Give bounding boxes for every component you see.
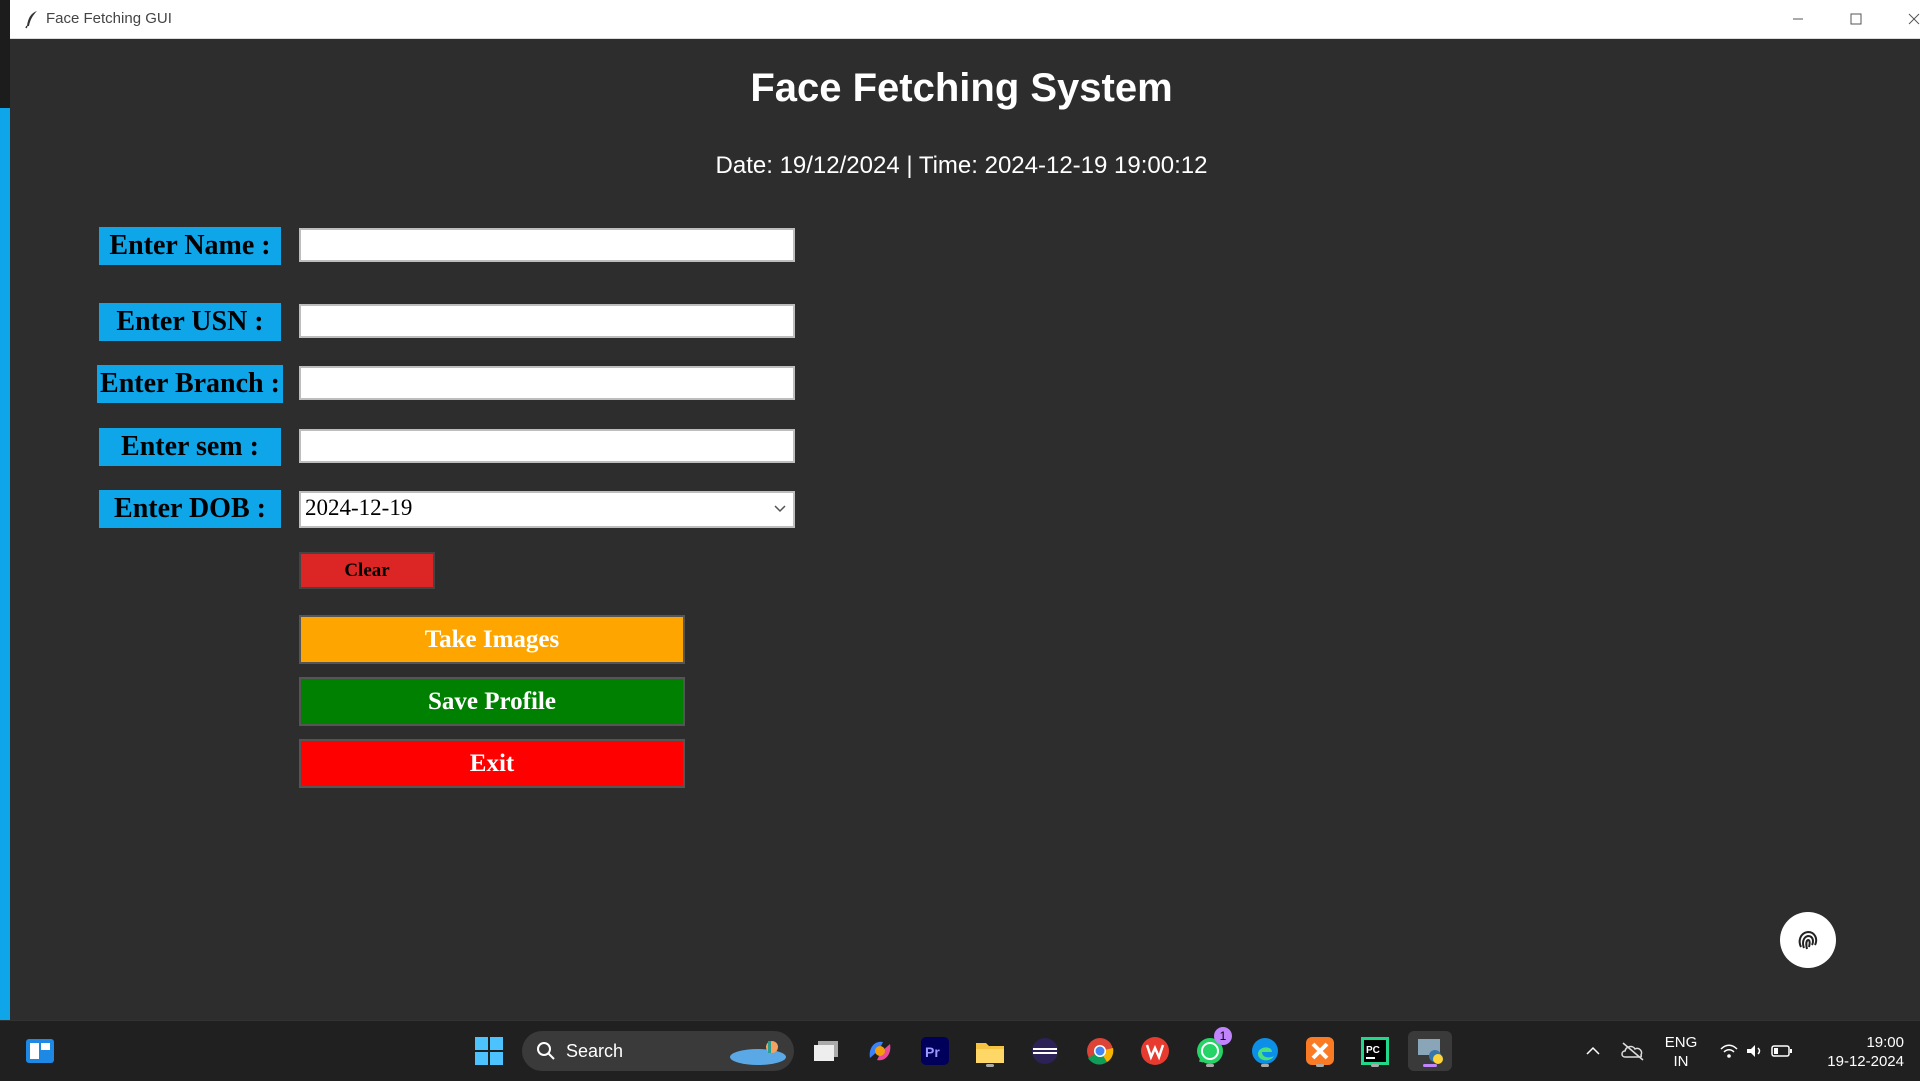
- svg-text:Pr: Pr: [925, 1044, 940, 1060]
- branch-label: Enter Branch :: [97, 365, 283, 403]
- taskbar: Search Pr 1 PC ENG IN 19:00 19-12-2024: [0, 1020, 1920, 1081]
- quick-settings-button[interactable]: [1713, 1031, 1799, 1071]
- pycharm-button[interactable]: PC: [1355, 1031, 1395, 1071]
- search-placeholder: Search: [566, 1041, 624, 1061]
- premiere-pro-button[interactable]: Pr: [915, 1031, 955, 1071]
- battery-icon: [1771, 1045, 1792, 1057]
- maximize-icon: [1850, 13, 1862, 25]
- eclipse-button[interactable]: [1025, 1031, 1065, 1071]
- chevron-down-icon[interactable]: [773, 501, 787, 515]
- sem-label: Enter sem :: [99, 428, 281, 466]
- wifi-icon: [1720, 1044, 1738, 1058]
- python-icon: [1418, 1039, 1443, 1064]
- onedrive-button[interactable]: [1613, 1031, 1653, 1071]
- notification-badge: 1: [1214, 1027, 1232, 1045]
- wps-office-button[interactable]: [1135, 1031, 1175, 1071]
- xampp-button[interactable]: [1300, 1031, 1340, 1071]
- name-label: Enter Name :: [99, 227, 281, 265]
- volume-icon: [1747, 1045, 1761, 1057]
- cloud-off-icon: [1621, 1042, 1644, 1061]
- edge-icon: [1252, 1038, 1278, 1064]
- copilot-icon: [869, 1041, 891, 1061]
- start-button[interactable]: [469, 1031, 509, 1071]
- pycharm-icon: PC: [1361, 1037, 1389, 1065]
- name-input[interactable]: [299, 228, 795, 262]
- clock[interactable]: 19:00 19-12-2024: [1808, 1033, 1904, 1071]
- edge-button[interactable]: [1245, 1031, 1285, 1071]
- fingerprint-icon: [1798, 930, 1818, 950]
- desktop-accent: [0, 108, 10, 1020]
- running-indicator: [1206, 1064, 1214, 1067]
- search-icon: [537, 1042, 555, 1060]
- feather-icon: [25, 11, 37, 29]
- close-icon: [1908, 13, 1920, 25]
- usn-input[interactable]: [299, 304, 795, 338]
- usn-label: Enter USN :: [99, 303, 281, 341]
- eclipse-icon: [1032, 1038, 1058, 1064]
- minimize-button[interactable]: [1769, 0, 1827, 38]
- sem-input[interactable]: [299, 429, 795, 463]
- window-title: Face Fetching GUI: [46, 10, 172, 27]
- exit-button[interactable]: Exit: [299, 739, 685, 788]
- title-bar: Face Fetching GUI: [10, 0, 1920, 39]
- take-images-button[interactable]: Take Images: [299, 615, 685, 664]
- task-view-button[interactable]: [806, 1031, 846, 1071]
- whatsapp-button[interactable]: 1: [1190, 1027, 1232, 1071]
- clear-button[interactable]: Clear: [299, 552, 435, 589]
- copilot-button[interactable]: [860, 1031, 900, 1071]
- clock-time: 19:00: [1866, 1034, 1904, 1051]
- active-indicator: [1423, 1064, 1437, 1067]
- show-hidden-icons-button[interactable]: [1573, 1031, 1613, 1071]
- python-app-button[interactable]: [1408, 1031, 1452, 1071]
- taskbar-search[interactable]: Search: [522, 1031, 794, 1071]
- widgets-icon: [26, 1039, 54, 1063]
- svg-text:PC: PC: [1366, 1045, 1380, 1056]
- running-indicator: [1316, 1064, 1324, 1067]
- fingerprint-button[interactable]: [1780, 912, 1836, 968]
- folder-icon: [976, 1043, 1004, 1063]
- running-indicator: [1261, 1064, 1269, 1067]
- dob-label: Enter DOB :: [99, 490, 281, 528]
- widgets-button[interactable]: [20, 1031, 60, 1071]
- language-indicator[interactable]: ENG IN: [1660, 1033, 1702, 1071]
- maximize-button[interactable]: [1827, 0, 1885, 38]
- close-button[interactable]: [1885, 0, 1920, 38]
- language-region: IN: [1673, 1053, 1689, 1070]
- windows-logo-icon: [475, 1037, 503, 1065]
- wps-office-icon: [1141, 1037, 1169, 1065]
- minimize-icon: [1793, 18, 1803, 20]
- save-profile-button[interactable]: Save Profile: [299, 677, 685, 726]
- search-highlight-icon: [730, 1041, 786, 1065]
- dob-value: 2024-12-19: [305, 495, 413, 520]
- running-indicator: [986, 1064, 994, 1067]
- task-view-icon: [814, 1041, 838, 1061]
- clock-date: 19-12-2024: [1827, 1053, 1904, 1070]
- premiere-pro-icon: Pr: [921, 1037, 949, 1065]
- chrome-icon: [1087, 1038, 1114, 1065]
- page-title: Face Fetching System: [750, 66, 1173, 110]
- chevron-up-icon: [1586, 1046, 1600, 1055]
- dob-date-picker[interactable]: 2024-12-19: [299, 491, 795, 528]
- app-window: Face Fetching GUI Face Fetching System D…: [10, 0, 1920, 1020]
- date-time-label: Date: 19/12/2024 | Time: 2024-12-19 19:0…: [715, 152, 1208, 179]
- xampp-icon: [1306, 1037, 1334, 1065]
- language-code: ENG: [1664, 1034, 1698, 1051]
- branch-input[interactable]: [299, 366, 795, 400]
- file-explorer-button[interactable]: [970, 1031, 1010, 1071]
- chrome-button[interactable]: [1080, 1031, 1120, 1071]
- running-indicator: [1371, 1064, 1379, 1067]
